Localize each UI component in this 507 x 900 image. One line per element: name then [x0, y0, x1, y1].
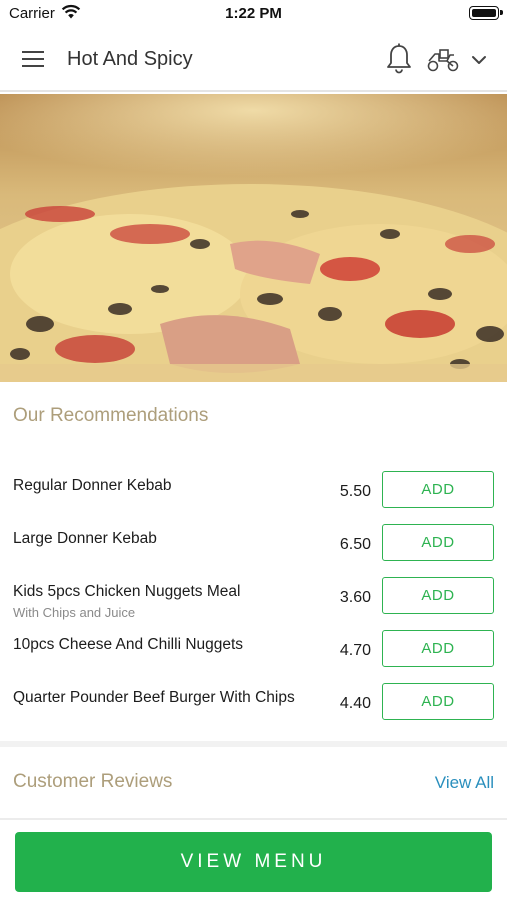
- reviews-title: Customer Reviews: [13, 771, 173, 792]
- item-price: 4.40: [339, 695, 371, 712]
- status-bar: Carrier 1:22 PM: [0, 0, 507, 28]
- list-item: 10pcs Cheese And Chilli Nuggets 4.70 ADD: [0, 630, 507, 688]
- app-header: Hot And Spicy: [0, 28, 507, 92]
- item-price: 4.70: [339, 642, 371, 659]
- section-divider: [0, 741, 507, 747]
- item-name: Regular Donner Kebab: [13, 477, 172, 494]
- item-price: 6.50: [339, 536, 371, 553]
- item-subtitle: With Chips and Juice: [13, 605, 136, 620]
- recommendations-title: Our Recommendations: [13, 405, 209, 426]
- clock-time: 1:22 PM: [225, 5, 282, 22]
- battery-icon: [469, 6, 503, 20]
- item-name: Kids 5pcs Chicken Nuggets Meal: [13, 583, 241, 600]
- add-button[interactable]: ADD: [382, 683, 494, 720]
- list-item: Quarter Pounder Beef Burger With Chips 4…: [0, 683, 507, 741]
- add-button[interactable]: ADD: [382, 577, 494, 614]
- bottom-bar: VIEW MENU: [0, 818, 507, 900]
- add-button[interactable]: ADD: [382, 524, 494, 561]
- bell-icon[interactable]: [384, 42, 414, 76]
- page-title: Hot And Spicy: [67, 48, 193, 70]
- menu-icon[interactable]: [18, 46, 50, 74]
- list-item: Regular Donner Kebab 5.50 ADD: [0, 471, 507, 529]
- hero-image: [0, 94, 507, 382]
- add-button[interactable]: ADD: [382, 471, 494, 508]
- list-item: Kids 5pcs Chicken Nuggets Meal With Chip…: [0, 577, 507, 635]
- item-name: Large Donner Kebab: [13, 530, 157, 547]
- add-button[interactable]: ADD: [382, 630, 494, 667]
- view-menu-button[interactable]: VIEW MENU: [15, 832, 492, 892]
- item-name: 10pcs Cheese And Chilli Nuggets: [13, 636, 244, 653]
- item-price: 3.60: [339, 589, 371, 606]
- list-item: Large Donner Kebab 6.50 ADD: [0, 524, 507, 582]
- item-name: Quarter Pounder Beef Burger With Chips: [13, 689, 295, 706]
- scooter-icon[interactable]: [425, 44, 461, 74]
- chevron-down-icon[interactable]: [467, 48, 491, 72]
- view-all-link[interactable]: View All: [435, 773, 494, 793]
- item-price: 5.50: [339, 483, 371, 500]
